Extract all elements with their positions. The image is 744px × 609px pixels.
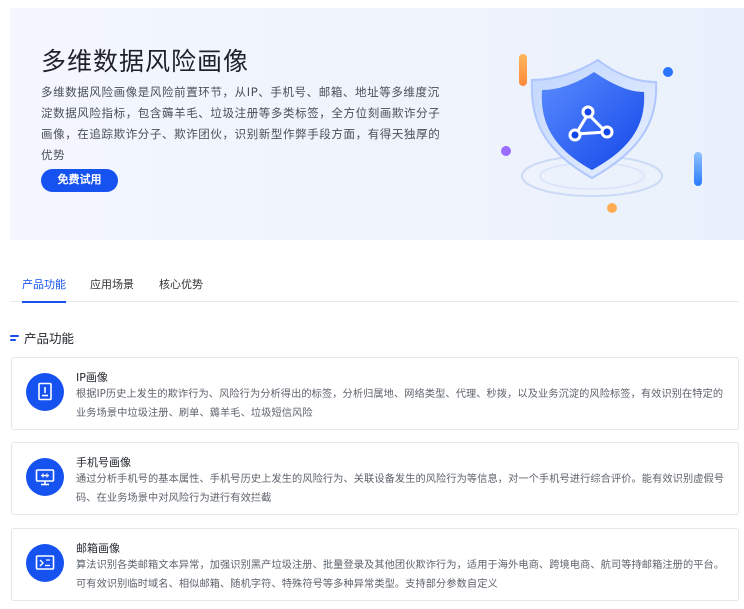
tab-application-scenarios[interactable]: 应用场景	[90, 276, 134, 301]
card-description: 通过分析手机号的基本属性、手机号历史上发生的风险行为、关联设备发生的风险行为等信…	[76, 474, 725, 504]
card-description: 算法识别各类邮箱文本异常，加强识别黑产垃圾注册、批量登录及其他团伙欺诈行为，适用…	[76, 560, 725, 590]
hero-title: 多维数据风险画像	[41, 47, 250, 76]
card-title: 邮箱画像	[76, 542, 120, 555]
free-trial-button[interactable]: 免费试用	[41, 169, 118, 192]
hero-banner: 多维数据风险画像 多维数据风险画像是风险前置环节，从IP、手机号、邮箱、地址等多…	[10, 8, 744, 240]
hero-description: 多维数据风险画像是风险前置环节，从IP、手机号、邮箱、地址等多维度沉淀数据风险指…	[41, 85, 441, 162]
email-screen-icon	[26, 544, 64, 582]
section-marker-icon	[10, 334, 20, 342]
tab-core-advantages[interactable]: 核心优势	[159, 276, 203, 301]
shield-network-icon	[501, 54, 702, 213]
section-title: 产品功能	[24, 331, 75, 346]
card-title: 手机号画像	[76, 456, 131, 469]
feature-card-email: 邮箱画像 算法识别各类邮箱文本异常，加强识别黑产垃圾注册、批量登录及其他团伙欺诈…	[11, 528, 739, 601]
card-title: IP画像	[76, 371, 108, 384]
card-description: 根据IP历史上发生的欺诈行为、风险行为分析得出的标签，分析归属地、网络类型、代理…	[76, 389, 724, 419]
tab-product-features[interactable]: 产品功能	[22, 276, 66, 303]
section-heading: 产品功能	[10, 328, 74, 347]
feature-card-phone: 手机号画像 通过分析手机号的基本属性、手机号历史上发生的风险行为、关联设备发生的…	[11, 442, 739, 515]
tab-bar: 产品功能 应用场景 核心优势	[10, 268, 739, 303]
feature-card-ip: IP画像 根据IP历史上发生的欺诈行为、风险行为分析得出的标签，分析归属地、网络…	[11, 357, 739, 430]
ip-document-icon	[26, 373, 64, 411]
phone-monitor-icon	[26, 458, 64, 496]
